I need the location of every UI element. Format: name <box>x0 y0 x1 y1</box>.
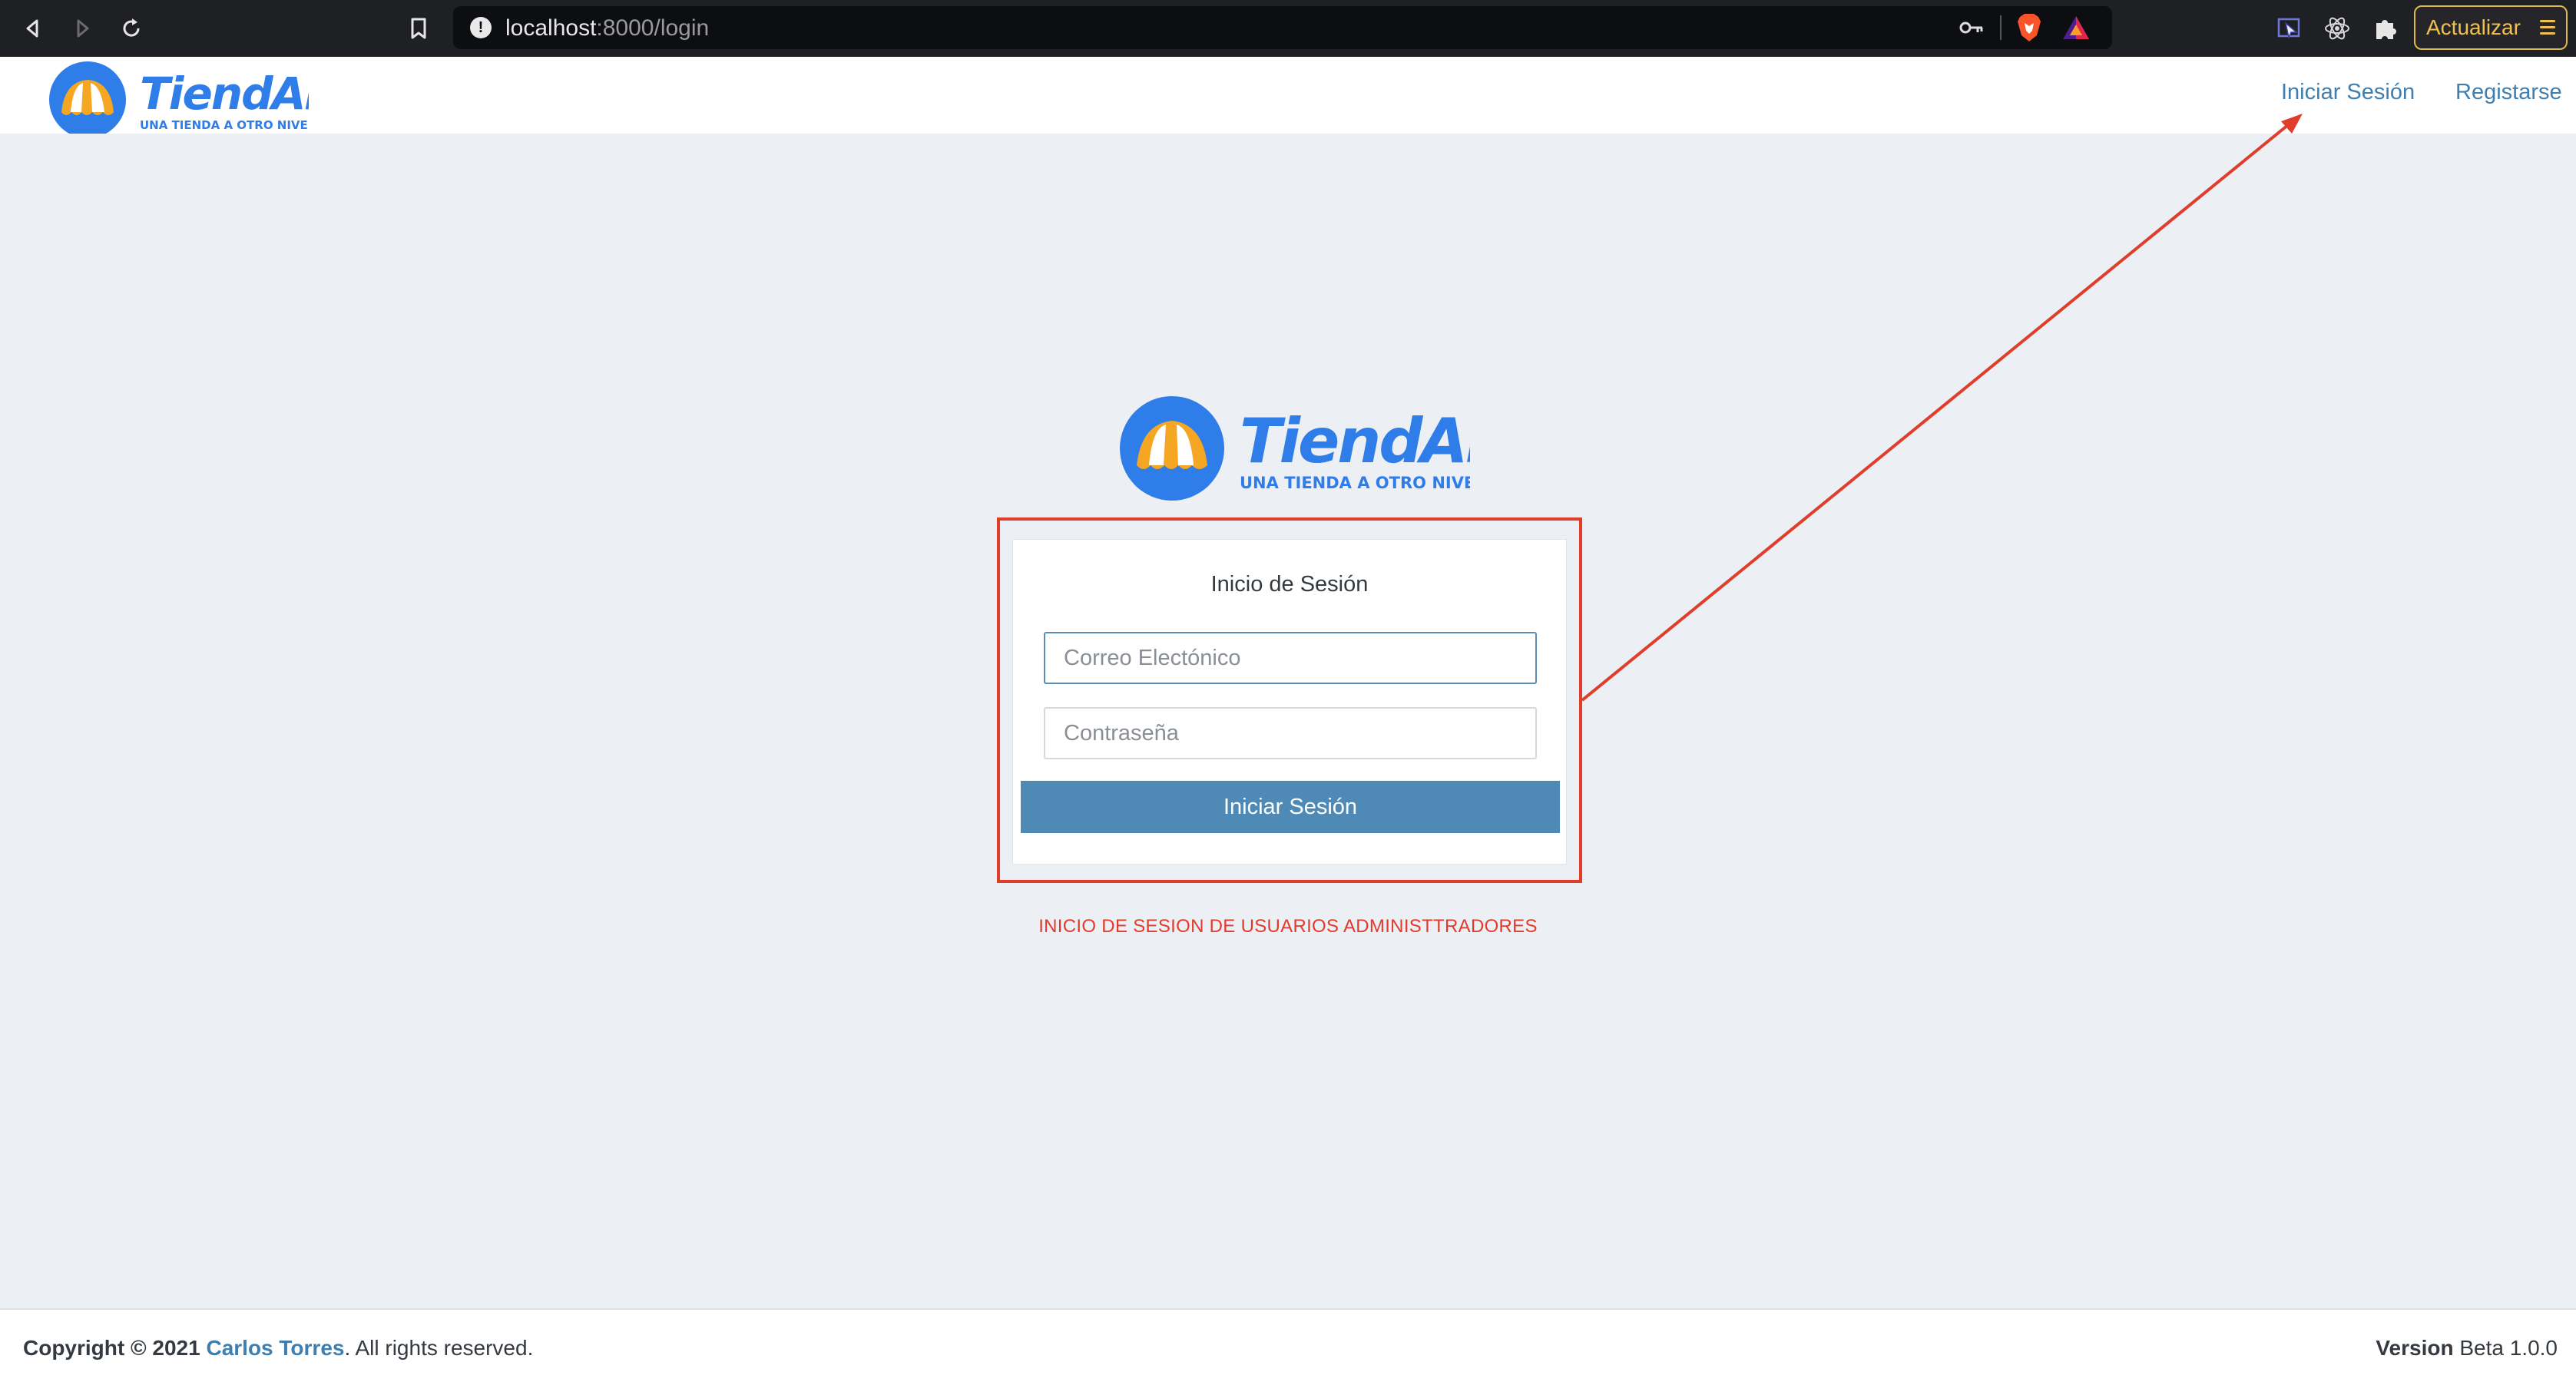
nav-login-link[interactable]: Iniciar Sesión <box>2281 80 2415 105</box>
copyright-text: Copyright © 2021 Carlos Torres. All righ… <box>23 1336 534 1360</box>
site-header: TiendAPP UNA TIENDA A OTRO NIVEL Iniciar… <box>0 57 2576 134</box>
react-devtools-icon[interactable] <box>2319 11 2355 46</box>
login-button[interactable]: Iniciar Sesión <box>1021 781 1560 833</box>
back-icon[interactable] <box>15 11 51 46</box>
url-text: localhost:8000/login <box>505 15 710 41</box>
site-footer: Copyright © 2021 Carlos Torres. All righ… <box>0 1308 2576 1382</box>
menu-icon <box>2540 20 2555 38</box>
version-text: Version Beta 1.0.0 <box>2376 1336 2558 1360</box>
nav-register-link[interactable]: Registarse <box>2455 80 2562 105</box>
reload-icon[interactable] <box>114 11 149 46</box>
logo-title: TiendAPP <box>1240 405 1470 477</box>
address-bar[interactable]: ! localhost:8000/login <box>453 6 2112 49</box>
admin-login-note: INICIO DE SESION DE USUARIOS ADMINISTTRA… <box>1038 916 1538 937</box>
puzzle-icon[interactable] <box>2369 11 2404 46</box>
logo-title: TiendAPP <box>140 68 309 120</box>
forward-icon[interactable] <box>65 11 100 46</box>
cursor-extension-icon[interactable] <box>2272 11 2307 46</box>
logo-tagline: UNA TIENDA A OTRO NIVEL <box>140 118 309 132</box>
login-title: Inicio de Sesión <box>1210 572 1369 597</box>
email-field[interactable] <box>1044 632 1537 684</box>
author-link[interactable]: Carlos Torres <box>206 1336 344 1360</box>
key-icon[interactable] <box>1958 15 1985 40</box>
password-field[interactable] <box>1044 707 1537 759</box>
tiendapp-logo[interactable]: TiendAPP UNA TIENDA A OTRO NIVEL <box>48 60 309 134</box>
bookmark-icon[interactable] <box>401 11 436 46</box>
update-browser-button[interactable]: Actualizar <box>2414 5 2568 50</box>
login-card: Inicio de Sesión Iniciar Sesión <box>1012 539 1567 865</box>
divider <box>2000 15 2002 40</box>
logo-tagline: UNA TIENDA A OTRO NIVEL <box>1240 474 1470 492</box>
brave-shield-icon[interactable] <box>2015 12 2043 43</box>
browser-toolbar: ! localhost:8000/login Actualizar <box>0 0 2576 57</box>
brave-rewards-icon[interactable] <box>2061 14 2091 41</box>
tiendapp-logo-large: TiendAPP UNA TIENDA A OTRO NIVEL <box>1120 396 1470 501</box>
info-icon[interactable]: ! <box>470 17 492 38</box>
